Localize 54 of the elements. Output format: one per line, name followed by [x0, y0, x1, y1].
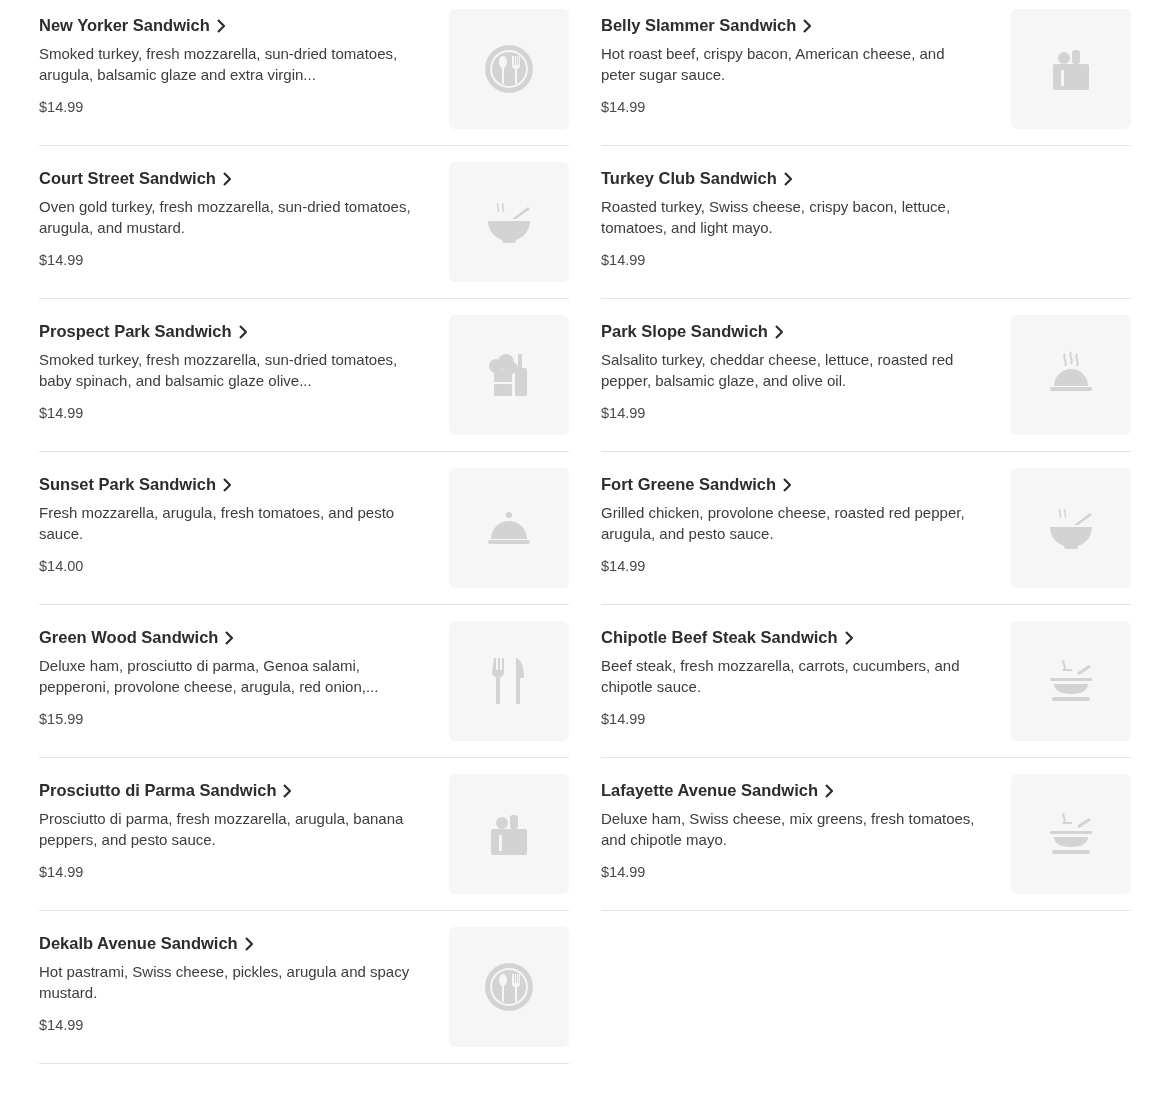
chevron-right-icon [773, 324, 783, 339]
item-price: $14.99 [601, 711, 646, 727]
item-title-link[interactable]: Court Street Sandwich [39, 169, 231, 188]
item-description: Salsalito turkey, cheddar cheese, lettuce, roasted red pepper, balsamic glaze, and olive oil. [601, 350, 955, 391]
item-title-link[interactable]: Belly Slammer Sandwich [601, 16, 812, 35]
chevron-right-icon [782, 477, 792, 492]
item-title-link[interactable]: Lafayette Avenue Sandwich [601, 781, 833, 800]
item-description: Smoked turkey, fresh mozzarella, sun-dried tomatoes, arugula, balsamic glaze and extra virgin... [39, 44, 399, 85]
item-title-link[interactable]: New Yorker Sandwich [39, 16, 225, 35]
item-price: $14.99 [601, 864, 646, 880]
item-price: $14.00 [39, 558, 84, 574]
item-title-link[interactable]: Fort Greene Sandwich [601, 475, 792, 494]
item-description: Beef steak, fresh mozzarella, carrots, cucumbers, and chipotle sauce. [601, 656, 961, 697]
chevron-right-icon [224, 630, 234, 645]
item-title-link[interactable]: Dekalb Avenue Sandwich [39, 934, 253, 953]
item-title-link[interactable]: Green Wood Sandwich [39, 628, 234, 647]
item-price: $14.99 [39, 864, 84, 880]
item-title-link[interactable]: Sunset Park Sandwich [39, 475, 231, 494]
item-description: Prosciutto di parma, fresh mozzarella, arugula, banana peppers, and pesto sauce. [39, 809, 405, 850]
chevron-right-icon [802, 18, 812, 33]
item-title-link[interactable]: Prosciutto di Parma Sandwich [39, 781, 292, 800]
item-title-link[interactable]: Chipotle Beef Steak Sandwich [601, 628, 853, 647]
chevron-right-icon [243, 936, 253, 951]
chevron-right-icon [222, 477, 231, 492]
plate-cutlery-icon [484, 44, 534, 94]
item-description: Hot pastrami, Swiss cheese, pickles, arugula and spacy mustard. [39, 962, 411, 1003]
plate-cutlery-icon [484, 962, 534, 1012]
item-price: $14.99 [39, 405, 84, 421]
item-description: Deluxe ham, Swiss cheese, mix greens, fresh tomatoes, and chipotle mayo. [601, 809, 976, 850]
chevron-right-icon [237, 324, 247, 339]
item-price: $14.99 [39, 252, 84, 268]
item-description: Smoked turkey, fresh mozzarella, sun-dried tomatoes, baby spinach, and balsamic glaze olive... [39, 350, 399, 391]
item-price: $14.99 [601, 405, 646, 421]
item-description: Deluxe ham, prosciutto di parma, Genoa salami, pepperoni, provolone cheese, arugula, red onion,... [39, 656, 380, 697]
item-price: $14.99 [601, 252, 646, 268]
item-price: $14.99 [601, 99, 646, 115]
chevron-right-icon [215, 18, 225, 33]
chevron-right-icon [221, 171, 231, 186]
item-price: $15.99 [39, 711, 84, 727]
chevron-right-icon [824, 783, 833, 798]
item-price: $14.99 [39, 1017, 84, 1033]
item-title-link[interactable]: Park Slope Sandwich [601, 322, 783, 341]
item-price: $14.99 [601, 558, 646, 574]
item-title-link[interactable]: Prospect Park Sandwich [39, 322, 247, 341]
item-description: Hot roast beef, crispy bacon, American cheese, and peter sugar sauce. [601, 44, 946, 85]
item-description: Oven gold turkey, fresh mozzarella, sun-dried tomatoes, arugula, and mustard. [39, 197, 412, 238]
chevron-right-icon [282, 783, 292, 798]
item-description: Roasted turkey, Swiss cheese, crispy bacon, lettuce, tomatoes, and light mayo. [601, 197, 952, 238]
chevron-right-icon [782, 171, 792, 186]
item-description: Fresh mozzarella, arugula, fresh tomatoes, and pesto sauce. [39, 503, 396, 544]
item-description: Grilled chicken, provolone cheese, roasted red pepper, arugula, and pesto sauce. [601, 503, 966, 544]
chevron-right-icon [843, 630, 853, 645]
item-price: $14.99 [39, 99, 84, 115]
item-title-link[interactable]: Turkey Club Sandwich [601, 169, 792, 188]
